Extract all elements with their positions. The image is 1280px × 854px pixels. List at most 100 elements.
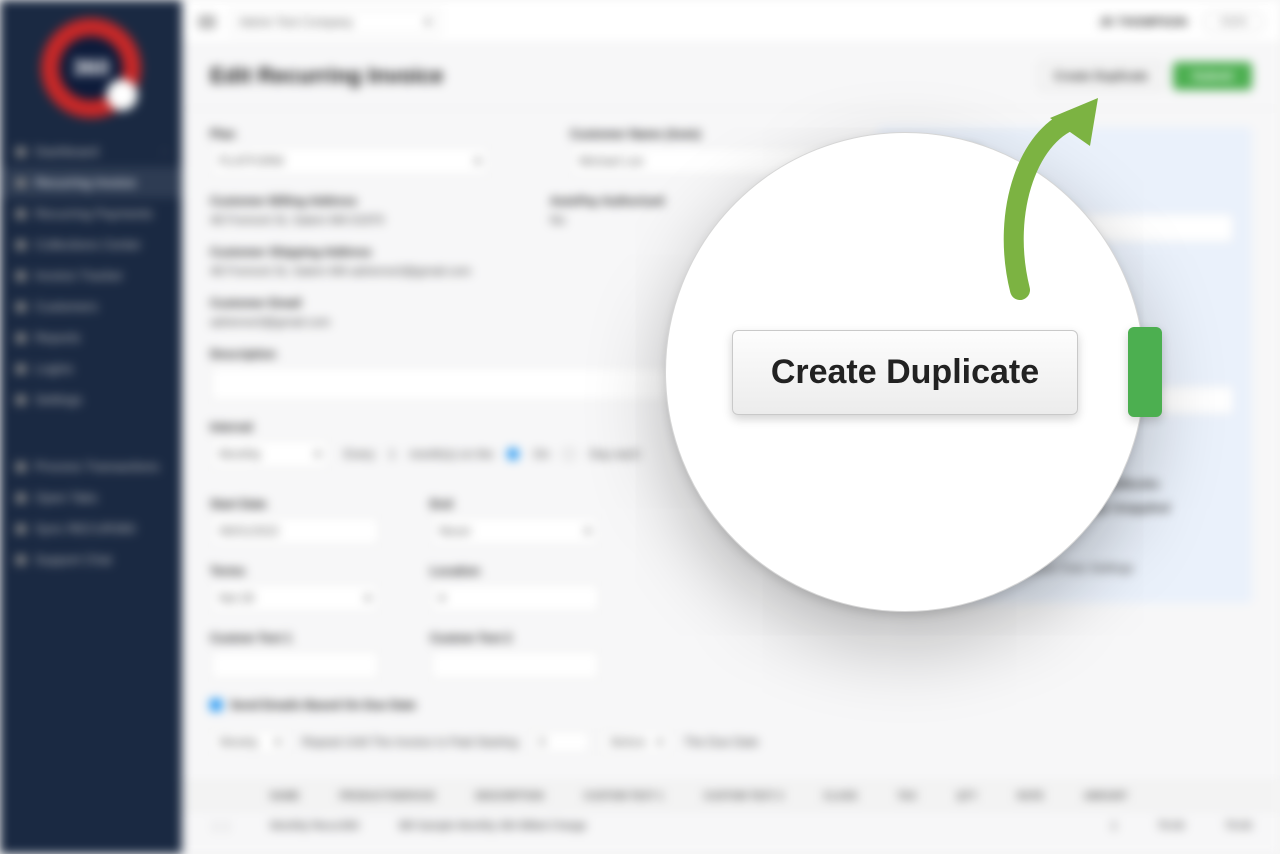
end-select[interactable]: Never▾ [430, 516, 600, 546]
sidebar-item-sync[interactable]: Sync RECUR360 [0, 513, 182, 544]
autopay-label: AutoPay Authorized [550, 194, 730, 208]
col-tax: TAX [897, 791, 916, 802]
start-date-label: Start Date [210, 497, 390, 511]
company-select[interactable]: Admin Test Company ▾ [230, 9, 440, 35]
row-amount: 79.00 [1224, 820, 1252, 832]
sidebar: 360 Dashboard› Recurring Invoice Recurri… [0, 0, 182, 854]
col-class: CLASS [823, 791, 857, 802]
submit-button-edge[interactable] [1128, 327, 1162, 417]
repeat-text: Repeat Until The Invoice Is Paid Startin… [302, 735, 518, 749]
interval-every-label: Every [344, 447, 375, 461]
sidebar-item-label: Reports [35, 330, 81, 345]
create-duplicate-button-zoomed[interactable]: Create Duplicate [732, 330, 1078, 415]
due-date-text: The Due Date [684, 735, 759, 749]
line-items-header: NAME PRODUCT/SERVICE DESCRIPTION CUSTOM … [182, 782, 1280, 810]
radio-on-label: On [533, 447, 549, 461]
terms-label: Terms [210, 564, 390, 578]
sidebar-item-label: Recurring Invoice [35, 175, 136, 190]
radio-day-label: Day each [589, 447, 640, 461]
sidebar-item-label: Settings [35, 392, 82, 407]
location-select[interactable]: ▾ [430, 583, 600, 613]
sidebar-item-dashboard[interactable]: Dashboard› [0, 136, 182, 167]
chevron-down-icon: ▾ [315, 447, 321, 461]
billing-label: Customer Billing Address [210, 194, 390, 208]
before-select[interactable]: Before▾ [602, 730, 672, 754]
interval-unit-label: month(s) on the [409, 447, 493, 461]
billing-value: 48 Fremont St, Salem MA 01970 [210, 213, 390, 227]
sidebar-item-recurring-invoice[interactable]: Recurring Invoice [0, 167, 182, 198]
logo: 360 [0, 0, 182, 130]
table-row[interactable]: ⋮⋮ Monthly Recur360 Bill Sample Monthly … [182, 812, 1280, 840]
drag-handle-icon[interactable]: ⋮⋮ [210, 820, 230, 833]
zoom-lens: Create Duplicate [665, 132, 1145, 612]
submit-button[interactable]: Submit [1173, 62, 1252, 90]
customer-name-label: Customer Name (Auto) [570, 127, 850, 141]
sidebar-item-label: Dashboard [35, 144, 99, 159]
row-desc: Bill Sample Monthly 360 Billed Charge [399, 820, 586, 832]
row-rate: 79.00 [1157, 820, 1185, 832]
sidebar-item-invoice-tracker[interactable]: Invoice Tracker [0, 260, 182, 291]
custom-text1-input[interactable] [210, 650, 380, 680]
logo-badge-icon [106, 79, 138, 111]
custom-text2-input[interactable] [430, 650, 600, 680]
col-name: NAME [270, 791, 299, 802]
chevron-down-icon: ▾ [657, 735, 663, 749]
chevron-down-icon: ▾ [475, 154, 481, 168]
menu-icon[interactable] [198, 15, 216, 29]
page-header: Edit Recurring Invoice Create Duplicate … [182, 44, 1280, 109]
chevron-down-icon: ▾ [585, 524, 591, 538]
sidebar-item-label: Customers [35, 299, 98, 314]
col-product: PRODUCT/SERVICE [339, 791, 435, 802]
col-rate: RATE [1017, 791, 1043, 802]
sidebar-item-label: Support Chat [35, 552, 112, 567]
sidebar-item-label: Process Transactions [35, 459, 159, 474]
sidebar-item-label: Invoice Tracker [35, 268, 123, 283]
sidebar-item-recurring-payments[interactable]: Recurring Payments [0, 198, 182, 229]
topbar: Admin Test Company ▾ JK THOMPSON SIGN [182, 0, 1280, 44]
col-description: DESCRIPTION [475, 791, 543, 802]
start-date-input[interactable]: 06/01/2022 [210, 516, 380, 546]
send-email-label: Send Emails Based On Due Date [230, 698, 416, 712]
radio-on[interactable] [507, 448, 519, 460]
username: JK THOMPSON [1099, 15, 1187, 29]
signout-button[interactable]: SIGN [1203, 12, 1264, 32]
autopay-value: No [550, 213, 730, 227]
sidebar-item-customers[interactable]: Customers [0, 291, 182, 322]
sidebar-item-label: Recurring Payments [35, 206, 153, 221]
page-title: Edit Recurring Invoice [210, 63, 444, 89]
sidebar-item-open-tabs[interactable]: Open Tabs [0, 482, 182, 513]
interval-select[interactable]: Monthly▾ [210, 439, 330, 469]
col-amount: AMOUNT [1084, 791, 1128, 802]
sidebar-item-settings[interactable]: Settings [0, 384, 182, 415]
row-name: Monthly Recur360 [270, 820, 359, 832]
sidebar-item-collections-center[interactable]: Collections Center [0, 229, 182, 260]
col-qty: QTY [957, 791, 978, 802]
interval-num: 1 [389, 447, 396, 461]
plan-label: Plan [210, 127, 490, 141]
company-select-value: Admin Test Company [239, 15, 353, 29]
chevron-down-icon: ▾ [425, 15, 431, 29]
plan-select[interactable]: PLATFORM▾ [210, 146, 490, 176]
sidebar-item-label: Sync RECUR360 [35, 521, 135, 536]
sidebar-item-label: Open Tabs [35, 490, 98, 505]
terms-select[interactable]: Net 30▾ [210, 583, 380, 613]
end-label: End [430, 497, 610, 511]
sidebar-item-label: Collections Center [35, 237, 141, 252]
col-custom1: CUSTOM TEXT 1 [584, 791, 664, 802]
repeat-select[interactable]: Weekly▾ [210, 730, 290, 754]
radio-day[interactable] [563, 448, 575, 460]
send-email-checkbox[interactable] [210, 699, 222, 711]
sidebar-item-logins[interactable]: Logins [0, 353, 182, 384]
chevron-down-icon: ▾ [365, 591, 371, 605]
row-qty: 1 [1111, 820, 1117, 832]
chevron-down-icon: ▾ [275, 735, 281, 749]
sidebar-item-support-chat[interactable]: Support Chat [0, 544, 182, 575]
sidebar-item-reports[interactable]: Reports [0, 322, 182, 353]
custom-text2-label: Custom Text 2 [430, 631, 610, 645]
before-days-input[interactable]: 0 [530, 730, 590, 754]
custom-text1-label: Custom Text 1 [210, 631, 390, 645]
chevron-down-icon: ▾ [439, 591, 445, 605]
sidebar-item-label: Logins [35, 361, 73, 376]
create-duplicate-button[interactable]: Create Duplicate [1039, 62, 1164, 90]
sidebar-item-process-transactions[interactable]: Process Transactions [0, 451, 182, 482]
